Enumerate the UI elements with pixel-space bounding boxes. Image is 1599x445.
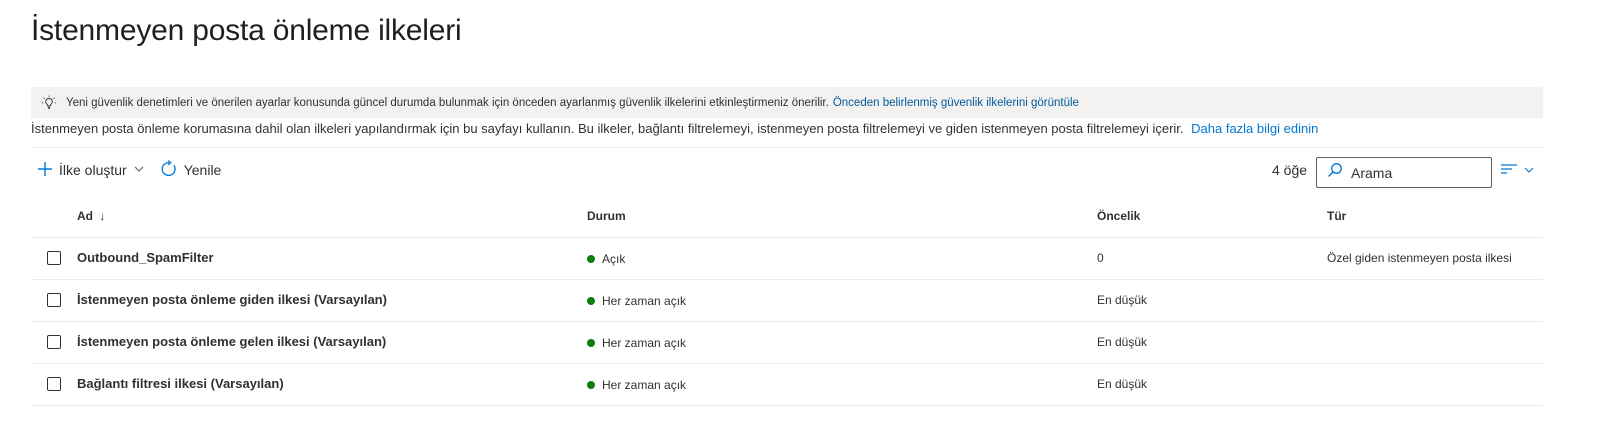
table-row[interactable]: Bağlantı filtresi ilkesi (Varsayılan) He… [31, 364, 1543, 406]
status-text: Açık [602, 252, 626, 266]
page-title: İstenmeyen posta önleme ilkeleri [31, 14, 462, 47]
column-header-status[interactable]: Durum [587, 209, 626, 223]
search-icon [1327, 162, 1343, 183]
policy-priority: En düşük [1097, 335, 1148, 349]
column-header-priority[interactable]: Öncelik [1097, 209, 1140, 223]
policy-name[interactable]: Outbound_SpamFilter [77, 250, 214, 265]
list-filter-icon [1500, 161, 1518, 182]
policy-status: Açık [587, 252, 625, 266]
plus-icon [37, 161, 53, 180]
chevron-down-icon [133, 162, 145, 178]
row-checkbox[interactable] [47, 377, 61, 391]
table-row[interactable]: İstenmeyen posta önleme giden ilkesi (Va… [31, 280, 1543, 322]
row-checkbox[interactable] [47, 335, 61, 349]
banner-text: Yeni güvenlik denetimleri ve önerilen ay… [66, 96, 829, 109]
status-on-icon [587, 339, 595, 347]
preset-policies-link[interactable]: Önceden belirlenmiş güvenlik ilkelerini … [833, 97, 1079, 109]
divider [31, 147, 1543, 148]
refresh-label: Yenile [183, 162, 222, 178]
table-row[interactable]: Outbound_SpamFilter Açık 0 Özel giden is… [31, 238, 1543, 280]
refresh-icon [160, 159, 178, 181]
policy-priority: En düşük [1097, 293, 1148, 307]
policy-status: Her zaman açık [587, 294, 686, 308]
learn-more-link[interactable]: Daha fazla bilgi edinin [1191, 121, 1318, 136]
status-on-icon [587, 297, 595, 305]
view-options-button[interactable] [1500, 161, 1535, 182]
policy-priority: 0 [1097, 251, 1104, 265]
policy-type: Özel giden istenmeyen posta ilkesi [1327, 251, 1512, 265]
policy-status: Her zaman açık [587, 336, 686, 350]
create-policy-button[interactable]: İlke oluştur [37, 161, 145, 180]
description-text: İstenmeyen posta önleme korumasına dahil… [31, 121, 1184, 136]
item-count: 4 öğe [1272, 162, 1308, 178]
status-on-icon [587, 255, 595, 263]
status-on-icon [587, 381, 595, 389]
row-checkbox[interactable] [47, 293, 61, 307]
row-checkbox[interactable] [47, 251, 61, 265]
status-text: Her zaman açık [602, 294, 687, 308]
create-policy-label: İlke oluştur [59, 162, 127, 178]
chevron-down-icon [1523, 163, 1535, 181]
search-input[interactable] [1351, 164, 1481, 181]
policy-name[interactable]: İstenmeyen posta önleme giden ilkesi (Va… [77, 292, 387, 307]
sort-descending-icon: ↓ [99, 209, 106, 223]
recommendation-banner: Yeni güvenlik denetimleri ve önerilen ay… [31, 87, 1543, 118]
policy-name[interactable]: Bağlantı filtresi ilkesi (Varsayılan) [77, 376, 284, 391]
column-header-name[interactable]: Ad ↓ [77, 209, 105, 223]
refresh-button[interactable]: Yenile [160, 159, 222, 181]
status-text: Her zaman açık [602, 378, 687, 392]
policy-priority: En düşük [1097, 377, 1148, 391]
search-box[interactable] [1316, 157, 1492, 188]
table-row[interactable]: İstenmeyen posta önleme gelen ilkesi (Va… [31, 322, 1543, 364]
page-description: İstenmeyen posta önleme korumasına dahil… [31, 121, 1318, 136]
policy-status: Her zaman açık [587, 378, 686, 392]
status-text: Her zaman açık [602, 336, 687, 350]
column-header-name-label: Ad [77, 209, 93, 223]
column-header-type[interactable]: Tür [1327, 209, 1346, 223]
lightbulb-icon [41, 95, 57, 111]
policy-name[interactable]: İstenmeyen posta önleme gelen ilkesi (Va… [77, 334, 386, 349]
command-bar: İlke oluştur Yenile [37, 158, 221, 182]
